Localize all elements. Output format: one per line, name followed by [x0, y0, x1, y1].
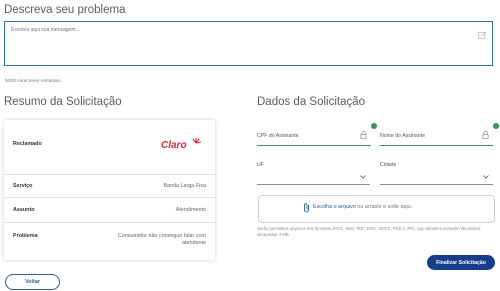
chars-remaining: 5000 caracteres restantes.	[5, 79, 62, 84]
cpf-field[interactable]: CPF do Assinante	[257, 123, 377, 146]
message-box[interactable]	[4, 21, 493, 66]
summary-card: Reclamado Claro Serviço Banda Larga Fixa…	[4, 120, 215, 260]
lock-icon	[482, 131, 489, 139]
claro-logo: Claro	[161, 138, 203, 154]
choose-file-link[interactable]: Escolha o arquivo	[313, 204, 356, 210]
check-icon	[493, 123, 499, 129]
uf-select[interactable]: UF	[257, 160, 370, 185]
summary-heading: Resumo da Solicitação	[4, 96, 122, 108]
row-label: Reclamado	[13, 141, 42, 147]
message-input[interactable]	[5, 22, 492, 65]
drag-drop-text: ou arraste e solte aqui.	[355, 204, 413, 210]
edit-icon	[478, 31, 487, 40]
details-heading: Dados da Solicitação	[257, 96, 366, 108]
row-label: Problema	[13, 233, 38, 239]
cpf-label: CPF do Assinante	[257, 133, 299, 139]
paperclip-icon	[304, 203, 309, 213]
summary-row-reclamado: Reclamado Claro	[4, 120, 215, 175]
file-dropzone[interactable]: Escolha o arquivo ou arraste e solte aqu…	[258, 195, 495, 223]
claro-sun-icon	[192, 138, 201, 144]
name-field[interactable]: Nome do Assinante	[380, 123, 499, 146]
city-select[interactable]: Cidade	[380, 160, 493, 185]
chevron-down-icon	[360, 175, 366, 179]
uf-label: UF	[257, 162, 264, 168]
name-label: Nome do Assinante	[380, 133, 425, 139]
row-value: Consumidor não consegue falar com atende…	[117, 233, 206, 246]
check-icon	[371, 123, 377, 129]
upload-hint: Serão permitidos arquivos nos formatos J…	[257, 226, 481, 237]
summary-row-servico: Serviço Banda Larga Fixa	[4, 175, 215, 198]
row-label: Assunto	[13, 207, 35, 213]
city-label: Cidade	[380, 162, 397, 168]
back-button[interactable]: Voltar	[5, 274, 60, 290]
summary-row-problema: Problema Consumidor não consegue falar c…	[4, 223, 215, 259]
row-label: Serviço	[13, 183, 33, 189]
problem-heading: Descreva seu problema	[4, 4, 126, 16]
summary-row-assunto: Assunto Atendimento	[4, 198, 215, 223]
chevron-down-icon	[483, 175, 489, 179]
lock-icon	[360, 131, 367, 139]
row-value: Banda Larga Fixa	[163, 183, 206, 189]
row-value: Atendimento	[175, 207, 206, 213]
finalize-request-button[interactable]: Finalizar Solicitação	[427, 255, 495, 270]
